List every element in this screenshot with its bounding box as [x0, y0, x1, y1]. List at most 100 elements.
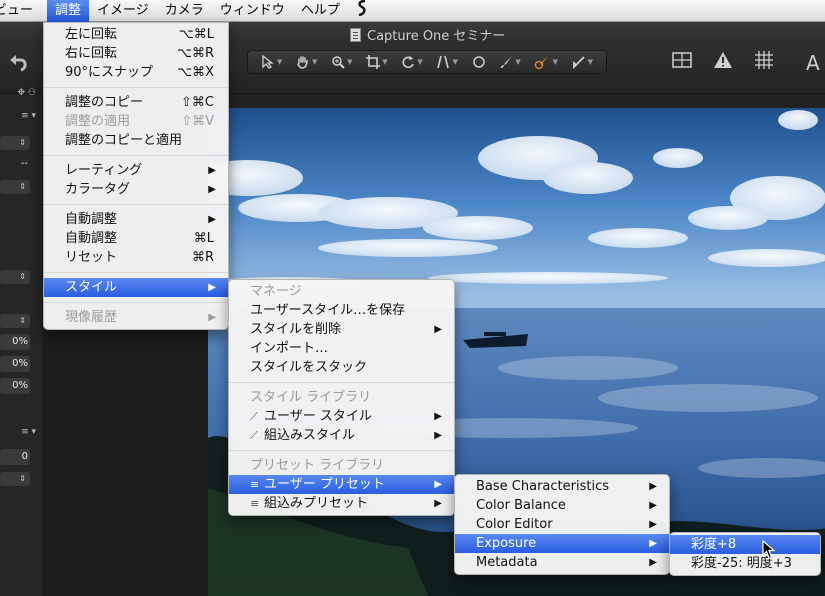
stepper[interactable]: ⇕ [0, 472, 30, 486]
submenu-arrow-icon: ▶ [649, 481, 657, 492]
menu-separator [229, 382, 454, 383]
menu-item-builtin-presets[interactable]: ≡ 組込みプリセット ▶ [229, 494, 454, 513]
stepper[interactable]: ⇕ [0, 136, 30, 150]
menu-separator [44, 302, 228, 303]
submenu-arrow-icon: ▶ [649, 538, 657, 549]
submenu-arrow-icon: ▶ [434, 411, 442, 422]
document-icon [350, 27, 361, 42]
select-arrow-icon[interactable]: ▼ [261, 55, 282, 69]
menu-adjust[interactable]: 調整 [47, 0, 90, 22]
submenu-arrow-icon: ▶ [649, 557, 657, 568]
submenu-arrow-icon: ▶ [208, 214, 216, 225]
menu-item-exposure[interactable]: Exposure ▶ [455, 534, 669, 553]
preset-lines-icon: ≡ [250, 497, 260, 510]
submenu-arrow-icon: ▶ [434, 430, 442, 441]
picker-icon[interactable]: ▼ [572, 55, 593, 69]
menu-item-preset-saturation-8[interactable]: 彩度+8 [670, 535, 820, 554]
user-presets-menu: Base Characteristics ▶ Color Balance ▶ Col… [454, 474, 670, 575]
adjust-menu: 左に回転 ⌥⌘L 右に回転 ⌥⌘R 90°にスナップ ⌥⌘X 調整のコピー ⇧⌘C 調整… [43, 22, 229, 330]
menu-item-rotate-right[interactable]: 右に回転 ⌥⌘R [44, 44, 228, 63]
menu-separator [44, 272, 228, 273]
circle-icon[interactable] [472, 55, 486, 69]
menu-item-base-characteristics[interactable]: Base Characteristics ▶ [455, 477, 669, 496]
menu-separator [44, 87, 228, 88]
stepper[interactable]: ⇕ [0, 314, 30, 328]
menu-item-import[interactable]: インポート… [229, 339, 454, 358]
submenu-arrow-icon: ▶ [208, 165, 216, 176]
submenu-arrow-icon: ▶ [434, 324, 442, 335]
panel-menu-icon[interactable]: ≡ ▾ [0, 427, 40, 441]
menu-item-save-user-style[interactable]: ユーザースタイル…を保存 [229, 301, 454, 320]
menu-separator [44, 155, 228, 156]
menu-item-rating[interactable]: レーティング ▶ [44, 161, 228, 180]
window-title-text: Capture One セミナー [367, 29, 506, 44]
submenu-arrow-icon: ▶ [649, 500, 657, 511]
grid-layout-icon[interactable] [672, 51, 692, 74]
menu-header-manage: マネージ [250, 284, 302, 299]
menu-help[interactable]: ヘルプ [293, 0, 348, 22]
menu-bar: ビュー 調整 イメージ カメラ ウィンドウ ヘルプ [0, 0, 825, 22]
submenu-arrow-icon: ▶ [208, 282, 216, 293]
menu-item-builtin-styles[interactable]: ⟋ 組込みスタイル ▶ [229, 426, 454, 445]
submenu-arrow-icon: ▶ [649, 519, 657, 530]
undo-icon[interactable] [8, 51, 30, 79]
brush-stroke-icon: ⟋ [250, 429, 258, 442]
menu-item-stack-styles[interactable]: スタイルをスタック [229, 358, 454, 377]
panel-menu-icon[interactable]: ≡ ▾ [0, 111, 40, 125]
submenu-arrow-icon: ▶ [208, 184, 216, 195]
menu-item-user-styles[interactable]: ⟋ ユーザー スタイル ▶ [229, 407, 454, 426]
menu-item-user-presets[interactable]: ≡ ユーザー プリセット ▶ [229, 475, 454, 494]
menu-item-snap-90[interactable]: 90°にスナップ ⌥⌘X [44, 63, 228, 82]
menu-window[interactable]: ウィンドウ [212, 0, 293, 22]
keystone-icon[interactable]: ▼ [436, 55, 458, 69]
menu-item-auto-adjust-submenu[interactable]: 自動調整 ▶ [44, 210, 228, 229]
menu-item-color-tag[interactable]: カラータグ ▶ [44, 180, 228, 199]
menu-item-delete-style[interactable]: スタイルを削除 ▶ [229, 320, 454, 339]
menu-item-color-editor[interactable]: Color Editor ▶ [455, 515, 669, 534]
menu-camera[interactable]: カメラ [157, 0, 212, 22]
menu-item-history: 現像履歴 ▶ [65, 310, 216, 325]
menu-item-auto-adjust[interactable]: 自動調整 ⌘L [44, 229, 228, 248]
menu-item-reset[interactable]: リセット ⌘R [44, 248, 228, 267]
menu-view[interactable]: ビュー [0, 0, 41, 22]
panel-icons: ✥ ⚇ [17, 88, 36, 98]
submenu-arrow-icon: ▶ [208, 312, 216, 323]
exposure-presets-menu: 彩度+8 彩度-25: 明度+3 [669, 532, 821, 576]
script-icon[interactable] [348, 0, 376, 22]
percent-field[interactable]: 0% [0, 378, 30, 394]
menu-item-preset-saturation-25-brightness-3[interactable]: 彩度-25: 明度+3 [670, 554, 820, 573]
menu-image[interactable]: イメージ [89, 0, 157, 22]
menu-header-style-library: スタイル ライブラリ [250, 390, 372, 405]
crop-icon[interactable]: ▼ [366, 55, 388, 69]
grid-icon[interactable] [754, 51, 774, 74]
menu-item-color-balance[interactable]: Color Balance ▶ [455, 496, 669, 515]
menu-separator [229, 450, 454, 451]
submenu-arrow-icon: ▶ [434, 479, 442, 490]
value-field[interactable]: 0 [0, 449, 30, 465]
preset-lines-icon: ≡ [250, 478, 260, 491]
menu-item-metadata[interactable]: Metadata ▶ [455, 553, 669, 572]
stepper[interactable]: ⇕ [0, 180, 30, 194]
menu-item-copy-and-apply[interactable]: 調整のコピーと適用 [44, 131, 228, 150]
percent-field[interactable]: 0% [0, 334, 30, 350]
submenu-arrow-icon: ▶ [434, 498, 442, 509]
zoom-icon[interactable]: ▼ [331, 55, 353, 69]
warning-icon[interactable] [713, 51, 733, 74]
percent-field[interactable]: 0% [0, 356, 30, 372]
menu-item-copy-adjustments[interactable]: 調整のコピー ⇧⌘C [44, 93, 228, 112]
menu-separator [44, 204, 228, 205]
menu-item-styles[interactable]: スタイル ▶ [44, 278, 228, 297]
eraser-icon[interactable]: ▼ [534, 55, 558, 69]
pan-hand-icon[interactable]: ▼ [296, 55, 317, 69]
stepper[interactable]: ⇕ [0, 270, 30, 284]
text-icon[interactable]: A [806, 51, 820, 75]
menu-item-apply-adjustments: 調整の適用 ⇧⌘V [65, 114, 214, 129]
styles-menu: マネージ ユーザースタイル…を保存 スタイルを削除 ▶ インポート… スタイルをス… [228, 279, 455, 516]
brush-icon[interactable]: ▼ [499, 55, 521, 69]
cursor-tools: ▼ ▼ ▼ ▼ ▼ ▼ ▼ ▼ ▼ [247, 50, 607, 74]
rotate-icon[interactable]: ▼ [401, 55, 423, 69]
brush-stroke-icon: ⟋ [250, 410, 258, 423]
tool-panel: ✥ ⚇ ≡ ▾ ⇕ -- ⇕ ⇕ ⇕ 0% 0% 0% ≡ ▾ 0 ⇕ [0, 88, 42, 596]
menu-item-rotate-left[interactable]: 左に回転 ⌥⌘L [44, 25, 228, 44]
value-field[interactable]: -- [0, 156, 30, 172]
